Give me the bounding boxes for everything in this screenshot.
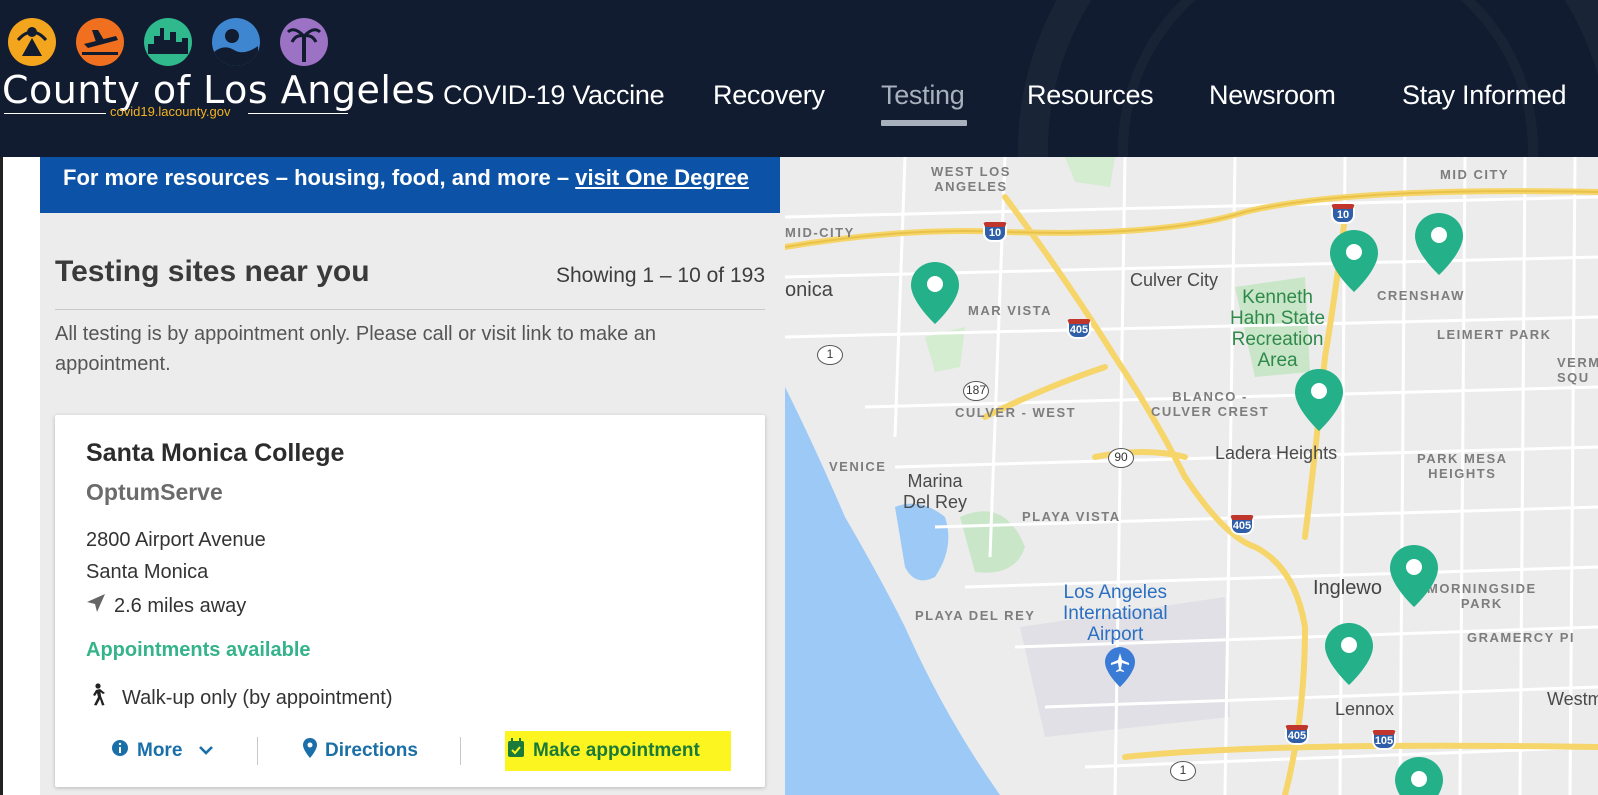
- walkup-row: Walk-up only (by appointment): [86, 683, 393, 713]
- one-degree-link[interactable]: visit One Degree: [575, 165, 749, 190]
- nav-covid-vaccine[interactable]: COVID-19 Vaccine: [443, 80, 665, 111]
- testing-site-pin[interactable]: [1295, 369, 1343, 431]
- map-label-lennox: Lennox: [1335, 699, 1395, 719]
- interstate-405-shield: 405: [1230, 515, 1254, 535]
- map-label-ladera-heights: Ladera Heights: [1215, 443, 1338, 463]
- nav-stay-informed[interactable]: Stay Informed: [1402, 80, 1566, 111]
- logo-icons[interactable]: [8, 18, 328, 66]
- testing-site-pin[interactable]: [1330, 230, 1378, 292]
- directions-button[interactable]: Directions: [303, 731, 418, 771]
- wave-logo-icon: [212, 18, 260, 66]
- map-label-verm: VERM SQU: [1557, 355, 1598, 385]
- testing-site-pin[interactable]: [1395, 757, 1443, 795]
- testing-site-card[interactable]: Santa Monica College OptumServe 2800 Air…: [55, 415, 765, 787]
- appointment-note: All testing is by appointment only. Plea…: [55, 323, 657, 375]
- calendar-check-icon: [507, 738, 525, 764]
- info-icon: [111, 739, 129, 763]
- route-187-marker: 187: [963, 381, 989, 401]
- map-label-culver-city: Culver City: [1130, 270, 1219, 290]
- map-label-gramercy: GRAMERCY PI: [1467, 630, 1575, 645]
- map-label-morningside: MORNINGSIDE PARK: [1427, 581, 1537, 611]
- navigation-arrow-icon: [86, 593, 106, 619]
- sites-heading: Testing sites near you: [55, 255, 370, 288]
- palm-tree-logo-icon: [280, 18, 328, 66]
- nav-testing[interactable]: Testing: [881, 80, 965, 111]
- interstate-10-shield: 10: [983, 222, 1007, 242]
- route-1-marker: 1: [1170, 761, 1196, 781]
- card-actions: More Directions Make appointment: [55, 731, 765, 771]
- map-label-lax: Los Angeles International Airport: [1063, 582, 1168, 645]
- logo-url-row: covid19.lacounty.gov: [0, 104, 350, 120]
- page-gutter: [0, 157, 40, 795]
- map-label-park-mesa: PARK MESA HEIGHTS: [1417, 451, 1508, 481]
- map-label-santa-monica: onica: [785, 279, 833, 301]
- site-header: County of Los Angeles covid19.lacounty.g…: [0, 0, 1598, 157]
- route-1-marker: 1: [817, 345, 843, 365]
- active-nav-indicator: [881, 120, 967, 126]
- interstate-405-shield: 405: [1067, 319, 1091, 339]
- availability-status: Appointments available: [86, 639, 311, 661]
- nav-recovery[interactable]: Recovery: [713, 80, 825, 111]
- county-seal-ring: [1118, 0, 1538, 157]
- action-separator: [257, 737, 258, 765]
- logo-url: covid19.lacounty.gov: [110, 104, 231, 119]
- map-label-west-la: WEST LOS ANGELES: [931, 164, 1011, 194]
- banner-text: For more resources – housing, food, and …: [63, 165, 749, 191]
- resources-banner: For more resources – housing, food, and …: [40, 157, 780, 213]
- map-label-blanco-culver-crest: BLANCO - CULVER CREST: [1151, 389, 1270, 419]
- logo-rule-right: [248, 113, 348, 114]
- interstate-105-shield: 105: [1372, 730, 1396, 750]
- more-label: More: [137, 740, 183, 761]
- map-label-westmont: Westmo: [1547, 689, 1598, 709]
- map-label-leimert-park: LEIMERT PARK: [1437, 327, 1552, 342]
- address-line-1: 2800 Airport Avenue: [86, 529, 266, 551]
- site-provider: OptumServe: [86, 479, 223, 505]
- make-appointment-button[interactable]: Make appointment: [507, 731, 700, 771]
- testing-site-pin[interactable]: [911, 262, 959, 324]
- testing-sites-map[interactable]: WEST LOS ANGELES MID-CITY onica MAR VISTA…: [785, 157, 1598, 795]
- results-panel: For more resources – housing, food, and …: [40, 157, 785, 795]
- nav-newsroom[interactable]: Newsroom: [1209, 80, 1336, 111]
- map-label-inglewood: Inglewo: [1313, 577, 1382, 599]
- interstate-405-shield: 405: [1285, 725, 1309, 745]
- beach-logo-icon: [8, 18, 56, 66]
- walking-person-icon: [86, 683, 108, 713]
- banner-message: For more resources – housing, food, and …: [63, 165, 576, 190]
- map-label-crenshaw: CRENSHAW: [1377, 288, 1465, 303]
- distance-text: 2.6 miles away: [114, 594, 247, 617]
- nav-resources[interactable]: Resources: [1027, 80, 1154, 111]
- map-label-playa-vista: PLAYA VISTA: [1022, 509, 1121, 524]
- address-line-2: Santa Monica: [86, 561, 209, 583]
- testing-site-pin[interactable]: [1390, 545, 1438, 607]
- walkup-text: Walk-up only (by appointment): [122, 686, 393, 709]
- map-label-playa-del-rey: PLAYA DEL REY: [915, 608, 1036, 623]
- airplane-logo-icon: [76, 18, 124, 66]
- map-label-venice: VENICE: [829, 459, 887, 474]
- map-label-marina-del-rey: Marina Del Rey: [903, 471, 968, 512]
- map-label-mid-city-left: MID-CITY: [785, 225, 855, 240]
- results-count: Showing 1 – 10 of 193: [556, 264, 765, 287]
- map-label-kenneth-hahn: Kenneth Hahn State Recreation Area: [1230, 287, 1326, 371]
- site-name: Santa Monica College: [86, 439, 345, 467]
- testing-site-pin[interactable]: [1415, 213, 1463, 275]
- skyline-logo-icon: [144, 18, 192, 66]
- map-pin-icon: [303, 738, 317, 764]
- map-label-mid-city-right: MID CITY: [1440, 167, 1510, 182]
- chevron-down-icon: [198, 740, 214, 762]
- interstate-10-shield: 10: [1331, 204, 1355, 224]
- logo-rule-left: [4, 113, 106, 114]
- more-button[interactable]: More: [111, 731, 214, 771]
- distance-row: 2.6 miles away: [86, 593, 246, 619]
- map-label-culver-west: CULVER - WEST: [955, 405, 1077, 420]
- testing-site-pin[interactable]: [1325, 623, 1373, 685]
- route-90-marker: 90: [1108, 448, 1134, 468]
- action-separator: [460, 737, 461, 765]
- directions-label: Directions: [325, 740, 418, 761]
- appointment-label: Make appointment: [533, 740, 700, 761]
- heading-divider: [55, 309, 765, 310]
- map-label-mar-vista: MAR VISTA: [968, 303, 1053, 318]
